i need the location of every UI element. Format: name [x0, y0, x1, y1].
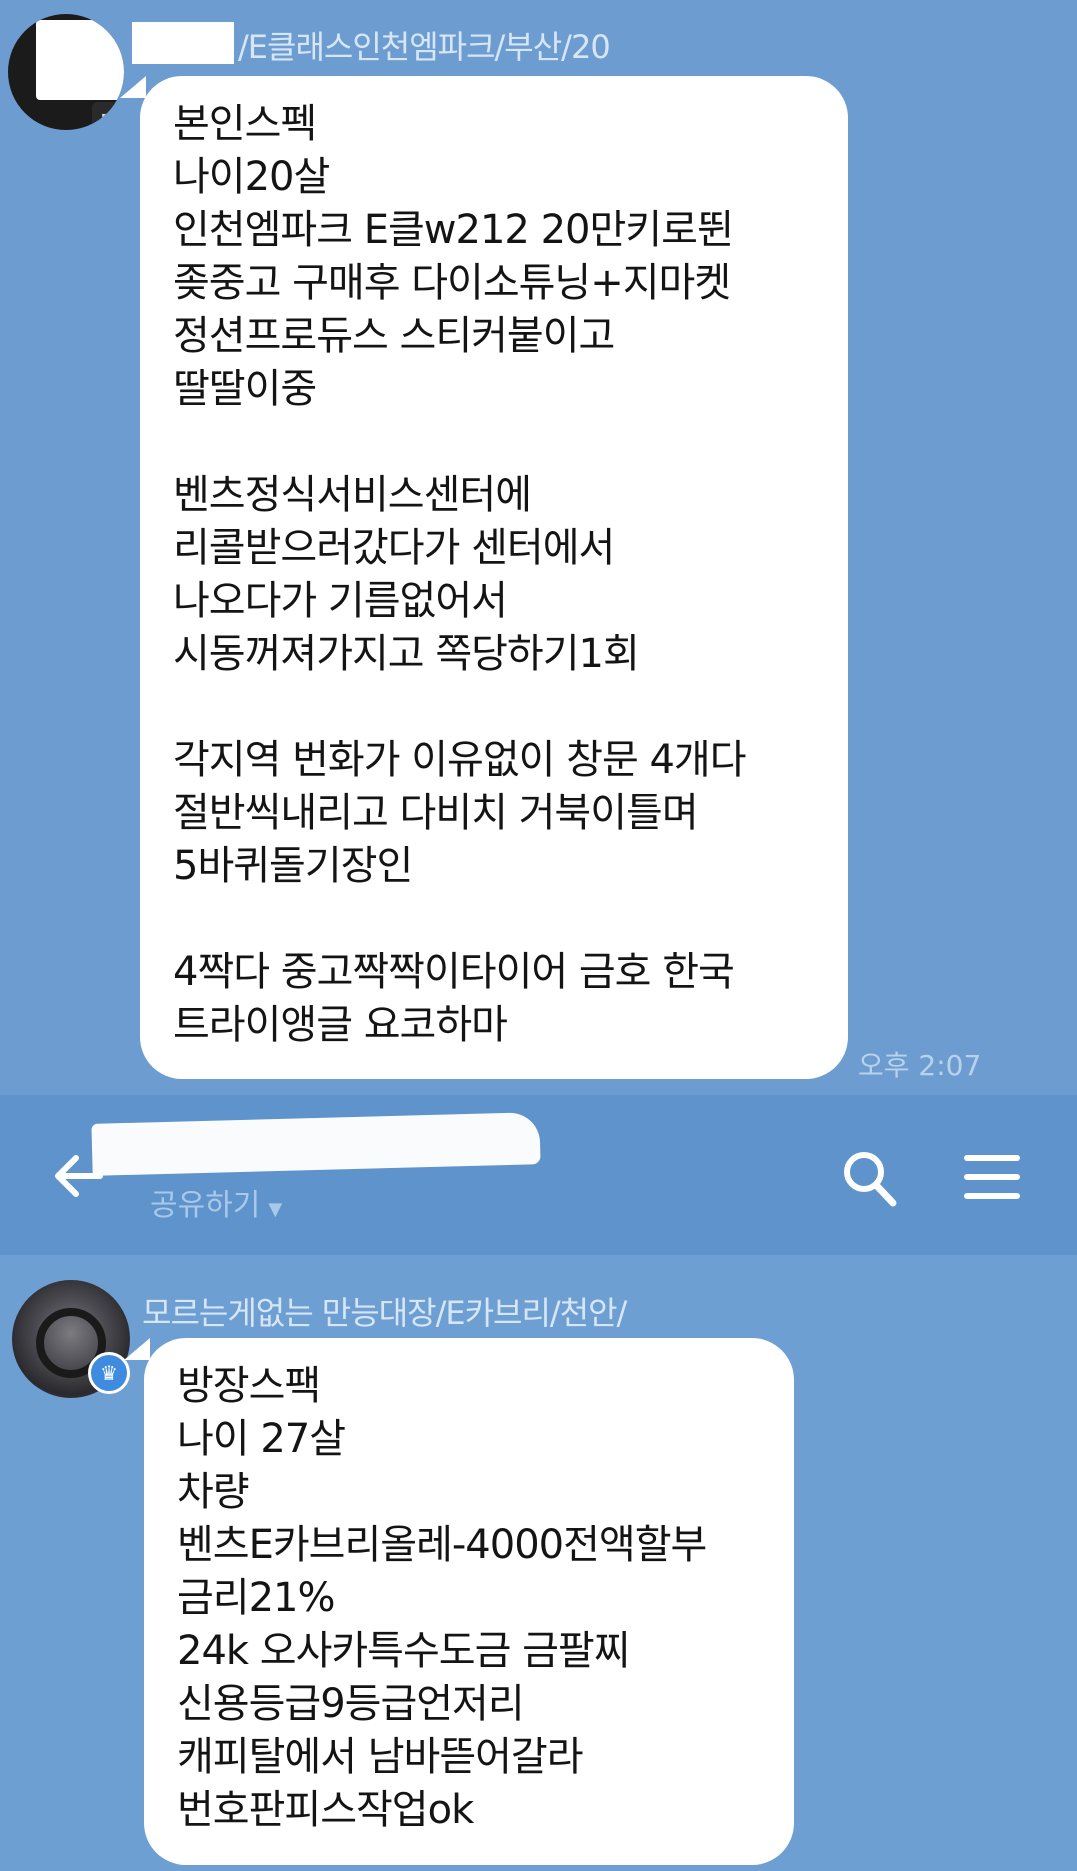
chevron-down-icon: ▼ [268, 1199, 283, 1220]
avatar-badge-icon: ▪ [92, 102, 122, 130]
menu-icon[interactable] [964, 1152, 1020, 1202]
sender-name[interactable]: /E클래스인천엠파크/부산/20 [238, 22, 611, 68]
bubble-tail [124, 1338, 150, 1360]
avatar-redaction [36, 20, 124, 100]
chat-header-bar [0, 1095, 1077, 1255]
bubble-tail [120, 76, 146, 98]
sender-name-redaction [132, 22, 234, 64]
sender-avatar[interactable]: ▪ [8, 14, 124, 130]
share-label: 공유하기 [150, 1188, 261, 1223]
share-dropdown[interactable]: 공유하기 ▼ [150, 1180, 282, 1224]
message-bubble[interactable]: 본인스펙 나이20살 인천엠파크 E클w212 20만키로뛴 좆중고 구매후 다… [140, 76, 848, 1079]
message-bubble[interactable]: 방장스팩 나이 27살 차량 벤츠E카브리올레-4000전액할부 금리21% 2… [144, 1338, 794, 1865]
message-time: 오후 2:07 [858, 1049, 982, 1082]
search-icon[interactable] [840, 1148, 898, 1208]
sender-name[interactable]: 모르는게없는 만능대장/E카브리/천안/ [142, 1288, 627, 1334]
